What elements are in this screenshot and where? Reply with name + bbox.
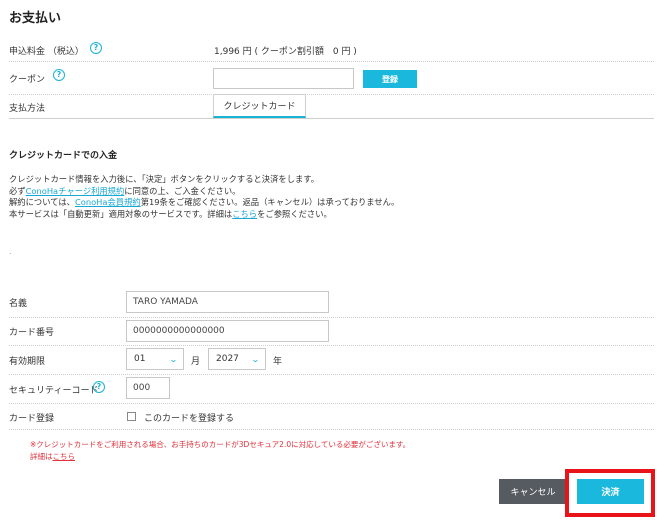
- card-name-input[interactable]: TARO YAMADA: [126, 291, 329, 313]
- tab-credit-card[interactable]: クレジットカード: [213, 94, 306, 118]
- card-number-label: カード番号: [9, 328, 55, 338]
- cancel-button[interactable]: キャンセル: [499, 479, 567, 504]
- coupon-input[interactable]: [213, 68, 354, 89]
- coupon-label: クーポン: [9, 75, 46, 85]
- security-code-label: セキュリティーコード: [9, 386, 99, 396]
- register-card-checkbox[interactable]: [127, 412, 136, 421]
- chevron-down-icon: ⌄: [169, 354, 179, 364]
- name-label: 名義: [9, 299, 28, 309]
- divider: [9, 94, 654, 95]
- help-circle-icon[interactable]: ?: [93, 381, 105, 393]
- divider: [9, 118, 654, 119]
- notice-line-2: 詳細はこちら: [30, 451, 410, 463]
- member-terms-link[interactable]: ConoHa会員規約: [75, 197, 141, 207]
- expiry-month-select[interactable]: 01 ⌄: [126, 348, 184, 370]
- 3ds-details-link[interactable]: こちら: [53, 452, 76, 461]
- divider: [9, 61, 654, 62]
- desc-text: 必ず: [9, 185, 26, 196]
- desc-line-3: 解約については、ConoHa会員規約第19条をご確認ください。返品（キャンセル）…: [9, 197, 399, 209]
- expiry-label: 有効期限: [9, 357, 46, 367]
- month-unit: 月: [191, 357, 201, 367]
- desc-text: をご参照ください。: [257, 208, 332, 219]
- 3ds-notice: ※クレジットカードをご利用される場合、お手持ちのカードが3Dセキュア2.0に対応…: [30, 439, 410, 463]
- fee-label: 申込料金 （税込）: [9, 47, 84, 57]
- notice-text: 詳細は: [30, 452, 53, 461]
- expiry-year-select[interactable]: 2027 ⌄: [208, 348, 266, 370]
- expiry-month-value: 01: [134, 354, 146, 364]
- divider: [9, 403, 654, 404]
- expiry-year-value: 2027: [216, 354, 239, 364]
- divider: [9, 374, 654, 375]
- security-code-input[interactable]: 000: [126, 377, 170, 399]
- fee-value: 1,996 円 ( クーポン割引額 0 円 ): [214, 47, 357, 57]
- payment-method-label: 支払方法: [9, 104, 46, 114]
- coupon-register-button[interactable]: 登録: [363, 70, 417, 88]
- desc-text: 解約については、: [9, 197, 75, 207]
- submit-payment-button[interactable]: 決済: [577, 479, 644, 504]
- divider: [9, 317, 654, 318]
- description-text: クレジットカード情報を入力後に、「決定」ボタンをクリックすると決済をします。 必…: [9, 174, 399, 220]
- chevron-down-icon: ⌄: [251, 354, 261, 364]
- desc-line-4: 本サービスは「自動更新」適用対象のサービスです。詳細はこちらをご参照ください。: [9, 209, 399, 221]
- desc-line-2: 必ずConoHaチャージ利用規約に同意の上、ご入金ください。: [9, 186, 399, 198]
- auto-renew-details-link[interactable]: こちら: [232, 209, 257, 219]
- register-card-checkbox-label[interactable]: このカードを登録する: [144, 411, 234, 424]
- divider: [9, 429, 654, 430]
- year-unit: 年: [273, 357, 283, 367]
- notice-line-1: ※クレジットカードをご利用される場合、お手持ちのカードが3Dセキュア2.0に対応…: [30, 440, 411, 449]
- help-circle-icon[interactable]: ?: [90, 42, 102, 54]
- desc-text: 本サービスは「自動更新」適用対象のサービスです。詳細は: [9, 208, 233, 219]
- help-circle-icon[interactable]: ?: [53, 69, 65, 81]
- desc-text: に同意の上、ご入金ください。: [124, 185, 241, 196]
- page-title: お支払い: [9, 11, 62, 26]
- charge-terms-link[interactable]: ConoHaチャージ利用規約: [26, 186, 125, 196]
- card-register-label: カード登録: [9, 414, 55, 424]
- divider: [9, 345, 654, 346]
- desc-text: 第19条をご確認ください。返品（キャンセル）は承っておりません。: [140, 197, 400, 207]
- section-title: クレジットカードでの入金: [9, 151, 118, 161]
- card-number-input[interactable]: 0000000000000000: [126, 320, 329, 342]
- desc-line-1: クレジットカード情報を入力後に、「決定」ボタンをクリックすると決済をします。: [9, 174, 320, 184]
- dot-marker: .: [9, 247, 12, 256]
